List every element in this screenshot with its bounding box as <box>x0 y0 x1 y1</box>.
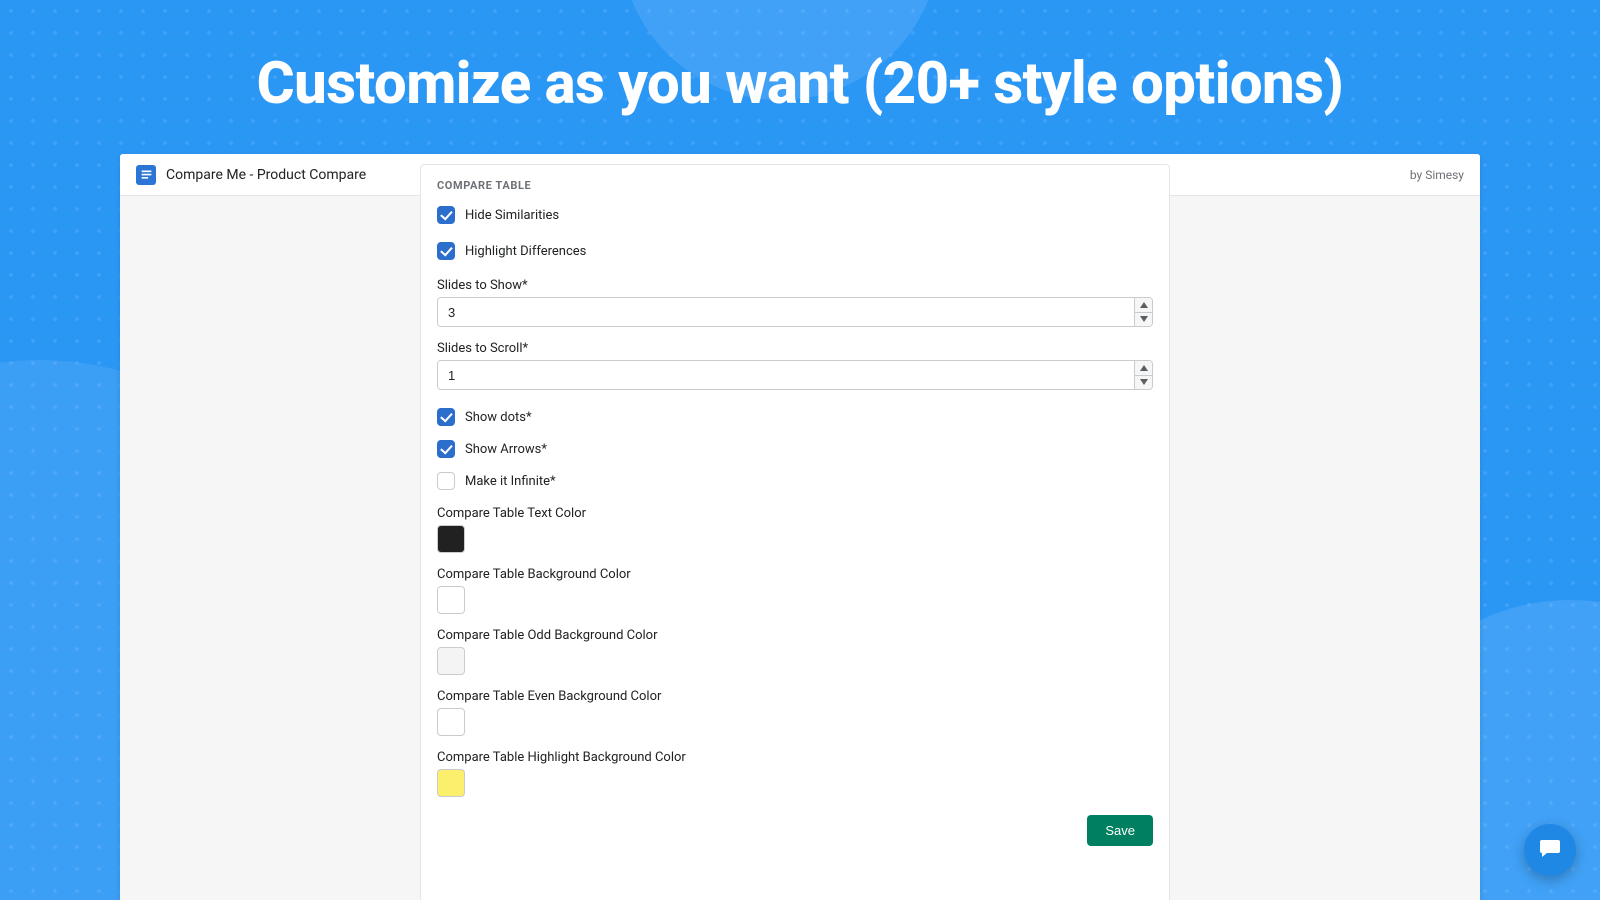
field-label-slides-to-scroll: Slides to Scroll* <box>437 341 1153 356</box>
slides-to-scroll-field <box>437 360 1153 390</box>
color-label-odd: Compare Table Odd Background Color <box>437 628 1153 643</box>
chat-fab[interactable] <box>1524 824 1576 876</box>
app-logo-icon <box>136 165 156 185</box>
hero-title: Customize as you want (20+ style options… <box>0 0 1600 118</box>
checkbox-label: Hide Similarities <box>465 208 559 223</box>
color-swatch-even[interactable] <box>437 708 465 736</box>
color-swatch-highlight[interactable] <box>437 769 465 797</box>
color-label-text: Compare Table Text Color <box>437 506 1153 521</box>
section-title: COMPARE TABLE <box>437 179 1153 192</box>
checkbox-label: Show dots* <box>465 410 532 425</box>
app-title: Compare Me - Product Compare <box>166 167 366 183</box>
checkbox-show-arrows[interactable] <box>437 440 455 458</box>
checkbox-label: Highlight Differences <box>465 244 586 259</box>
slides-to-show-field <box>437 297 1153 327</box>
step-up-button[interactable] <box>1135 298 1152 313</box>
save-button[interactable]: Save <box>1087 815 1153 846</box>
checkbox-hide-similarities[interactable] <box>437 206 455 224</box>
step-up-button[interactable] <box>1135 361 1152 376</box>
checkbox-make-infinite[interactable] <box>437 472 455 490</box>
step-down-button[interactable] <box>1135 376 1152 390</box>
color-swatch-text[interactable] <box>437 525 465 553</box>
checkbox-label: Make it Infinite* <box>465 474 556 489</box>
color-label-even: Compare Table Even Background Color <box>437 689 1153 704</box>
settings-card: COMPARE TABLE Hide Similarities Highligh… <box>420 164 1170 900</box>
color-label-highlight: Compare Table Highlight Background Color <box>437 750 1153 765</box>
field-label-slides-to-show: Slides to Show* <box>437 278 1153 293</box>
slides-to-scroll-input[interactable] <box>438 361 1134 389</box>
vendor-label: by Simesy <box>1410 168 1464 182</box>
slides-to-show-input[interactable] <box>438 298 1134 326</box>
step-down-button[interactable] <box>1135 313 1152 327</box>
color-swatch-odd[interactable] <box>437 647 465 675</box>
checkbox-show-dots[interactable] <box>437 408 455 426</box>
color-swatch-bg[interactable] <box>437 586 465 614</box>
checkbox-label: Show Arrows* <box>465 442 547 457</box>
color-label-bg: Compare Table Background Color <box>437 567 1153 582</box>
checkbox-highlight-differences[interactable] <box>437 242 455 260</box>
app-panel: Compare Me - Product Compare by Simesy C… <box>120 154 1480 900</box>
chat-icon <box>1538 836 1562 864</box>
